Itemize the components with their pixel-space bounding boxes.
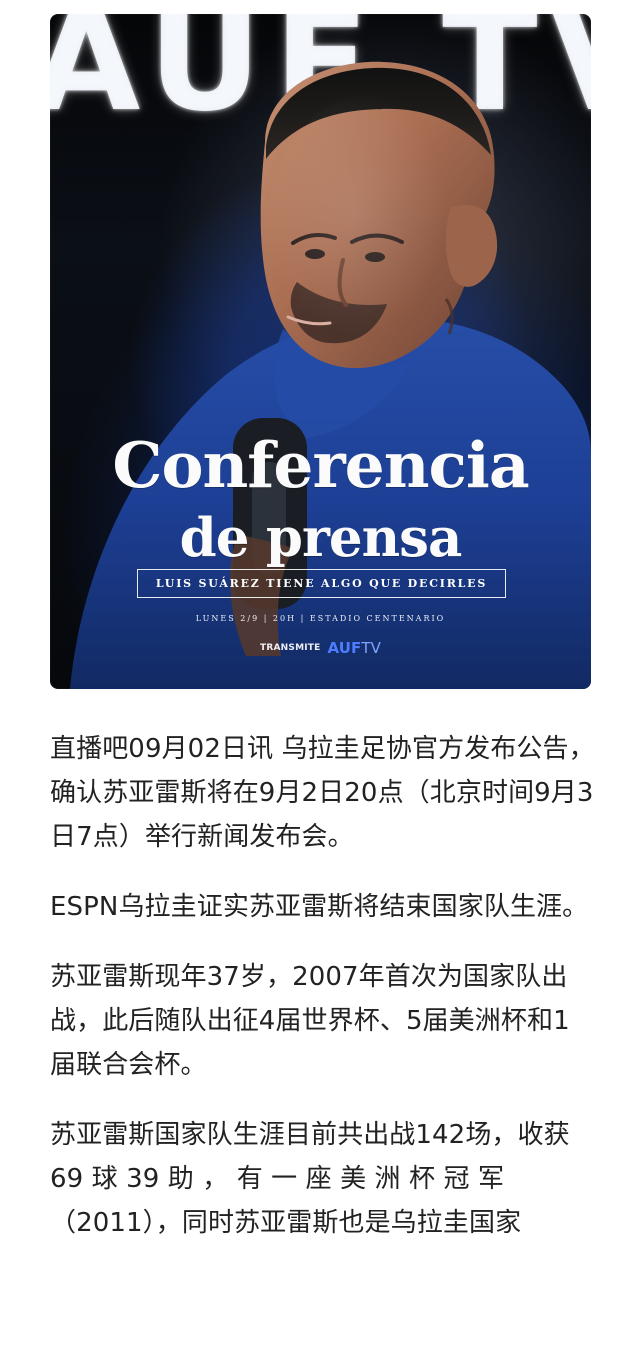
poster-tagline: LUIS SUÁREZ TIENE ALGO QUE DECIRLES (155, 577, 488, 590)
transmission-label: TRANSMITE (260, 643, 321, 653)
press-conference-poster: AUF TV (50, 14, 591, 689)
face-highlight (266, 94, 476, 374)
article-body: 直播吧09月02日讯 乌拉圭足协官方发布公告，确认苏亚雷斯将在9月2日20点（北… (50, 727, 595, 1245)
article-paragraph-4: 苏亚雷斯国家队生涯目前共出战142场，收获 69 球 39 助 ， 有 一 座 … (50, 1120, 570, 1238)
poster-title-line-2: de prensa (179, 507, 463, 569)
auf-logo-text: AUF (327, 639, 362, 657)
tv-logo-text: TV (361, 639, 381, 657)
article-paragraph-2: ESPN乌拉圭证实苏亚雷斯将结束国家队生涯。 (50, 892, 589, 922)
auf-tv-logo: AUFTV (327, 639, 381, 657)
article-paragraph-1: 直播吧09月02日讯 乌拉圭足协官方发布公告，确认苏亚雷斯将在9月2日20点（北… (50, 734, 595, 852)
poster-tagline-box: LUIS SUÁREZ TIENE ALGO QUE DECIRLES (137, 569, 506, 598)
poster-transmission: TRANSMITE AUFTV (50, 639, 591, 657)
poster-title-line-1: Conferencia (112, 428, 529, 502)
poster-event-details: LUNES 2/9 | 20H | ESTADIO CENTENARIO (195, 614, 446, 623)
article-paragraph-3: 苏亚雷斯现年37岁，2007年首次为国家队出战，此后随队出征4届世界杯、5届美洲… (50, 962, 570, 1080)
bottom-clip-fade (0, 1355, 640, 1367)
article-page: AUF TV (0, 0, 640, 1367)
